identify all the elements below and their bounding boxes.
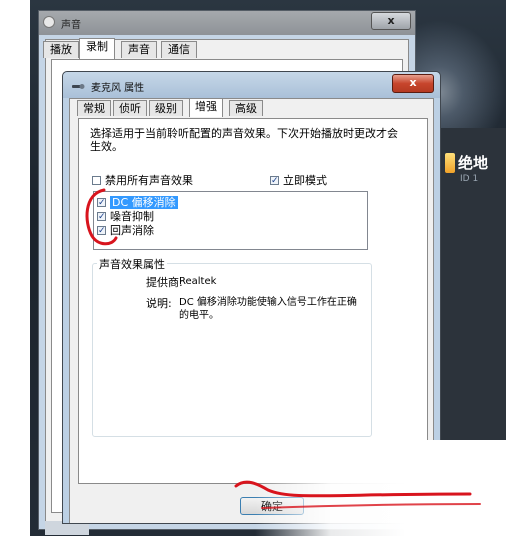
tab-levels[interactable]: 级别 — [149, 100, 183, 116]
checkbox-box[interactable]: ✓ — [270, 175, 279, 185]
app-icon — [445, 153, 455, 173]
tab-recording[interactable]: 录制 — [79, 38, 115, 59]
background-app-title: 绝地 — [458, 154, 489, 172]
effect-label: 回声消除 — [110, 224, 154, 237]
effect-properties-group — [92, 263, 372, 437]
tab-listen[interactable]: 侦听 — [113, 100, 147, 116]
effect-properties-title: 声音效果属性 — [97, 256, 167, 272]
dialog-titlebar[interactable]: 麦克风 属性 x — [63, 72, 440, 98]
checkbox-box[interactable] — [92, 175, 101, 185]
description-label: 说明: — [146, 297, 172, 310]
sound-window-titlebar[interactable]: 声音 x — [39, 11, 415, 35]
provider-label: 提供商: — [146, 276, 183, 289]
microphone-icon — [72, 84, 85, 89]
tab-enhancements[interactable]: 增强 — [189, 98, 223, 117]
checkbox-box[interactable]: ✓ — [97, 211, 106, 221]
tab-sounds[interactable]: 声音 — [121, 41, 157, 58]
effect-item-echo-cancellation[interactable]: ✓ 回声消除 — [97, 222, 154, 238]
dialog-close-button[interactable]: x — [392, 74, 434, 93]
disable-all-effects-label: 禁用所有声音效果 — [105, 174, 193, 187]
background-app-subtitle: ID 1 — [460, 174, 479, 184]
provider-value: Realtek — [179, 276, 217, 287]
description-value: DC 偏移消除功能使输入信号工作在正确的电平。 — [179, 297, 357, 321]
immediate-mode-label: 立即模式 — [283, 174, 327, 187]
checkbox-box[interactable]: ✓ — [97, 225, 106, 235]
disable-all-effects-checkbox[interactable]: 禁用所有声音效果 — [92, 172, 193, 188]
tab-playback[interactable]: 播放 — [43, 41, 79, 58]
tab-general[interactable]: 常规 — [77, 100, 111, 116]
speaker-icon — [43, 16, 55, 28]
tab-communications[interactable]: 通信 — [161, 41, 197, 58]
sound-window-close-button[interactable]: x — [371, 12, 411, 30]
dialog-title: 麦克风 属性 — [91, 83, 145, 94]
enhancements-description: 选择适用于当前聆听配置的声音效果。下次开始播放时更改才会生效。 — [90, 127, 398, 153]
checkbox-box[interactable]: ✓ — [97, 197, 106, 207]
immediate-mode-checkbox[interactable]: ✓ 立即模式 — [270, 172, 327, 188]
tab-advanced[interactable]: 高级 — [229, 100, 263, 116]
image-glare — [255, 440, 506, 536]
sound-window-title: 声音 — [61, 20, 81, 31]
